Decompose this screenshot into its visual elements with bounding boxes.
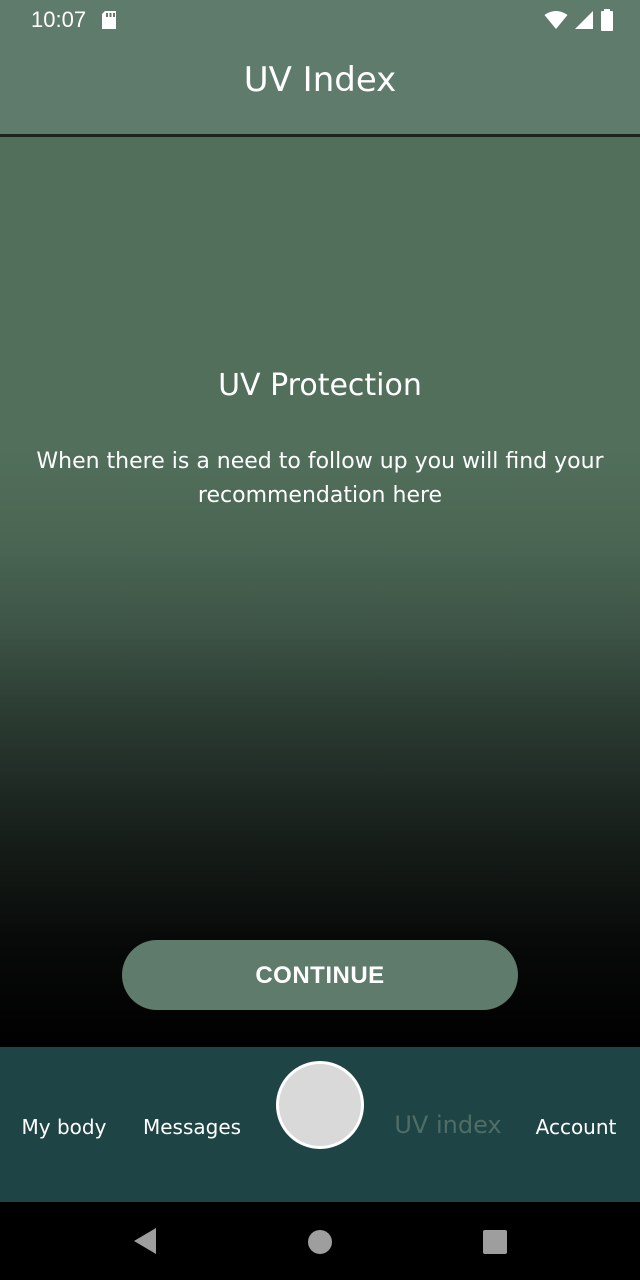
sd-card-icon (102, 11, 116, 29)
uv-protection-heading: UV Protection (218, 368, 422, 403)
wifi-icon (544, 11, 568, 29)
center-action-button[interactable] (276, 1061, 364, 1149)
nav-item-account[interactable]: Account (536, 1115, 617, 1139)
continue-button[interactable]: CONTINUE (122, 940, 518, 1010)
nav-item-messages[interactable]: Messages (143, 1115, 241, 1139)
signal-icon (575, 11, 593, 29)
status-icons (544, 8, 614, 32)
page-title: UV Index (243, 60, 397, 100)
main-content: UV Protection When there is a need to fo… (0, 137, 640, 1047)
back-icon[interactable] (132, 1226, 158, 1256)
recommendation-text: When there is a need to follow up you wi… (36, 449, 604, 508)
nav-item-my-body[interactable]: My body (22, 1115, 107, 1139)
bottom-navigation: My body Messages UV index Account (0, 1047, 640, 1202)
status-time: 10:07 (31, 7, 87, 32)
battery-icon (601, 9, 613, 31)
home-icon[interactable] (307, 1229, 333, 1255)
recents-icon[interactable] (482, 1229, 508, 1255)
top-app-bar: 10:07 UV Index (0, 0, 640, 134)
screen: 10:07 UV Index UV Protection When there … (0, 0, 640, 1280)
system-navigation-bar (0, 1202, 640, 1280)
nav-item-uv-index[interactable]: UV index (394, 1111, 501, 1139)
status-bar: 10:07 (0, 0, 640, 40)
